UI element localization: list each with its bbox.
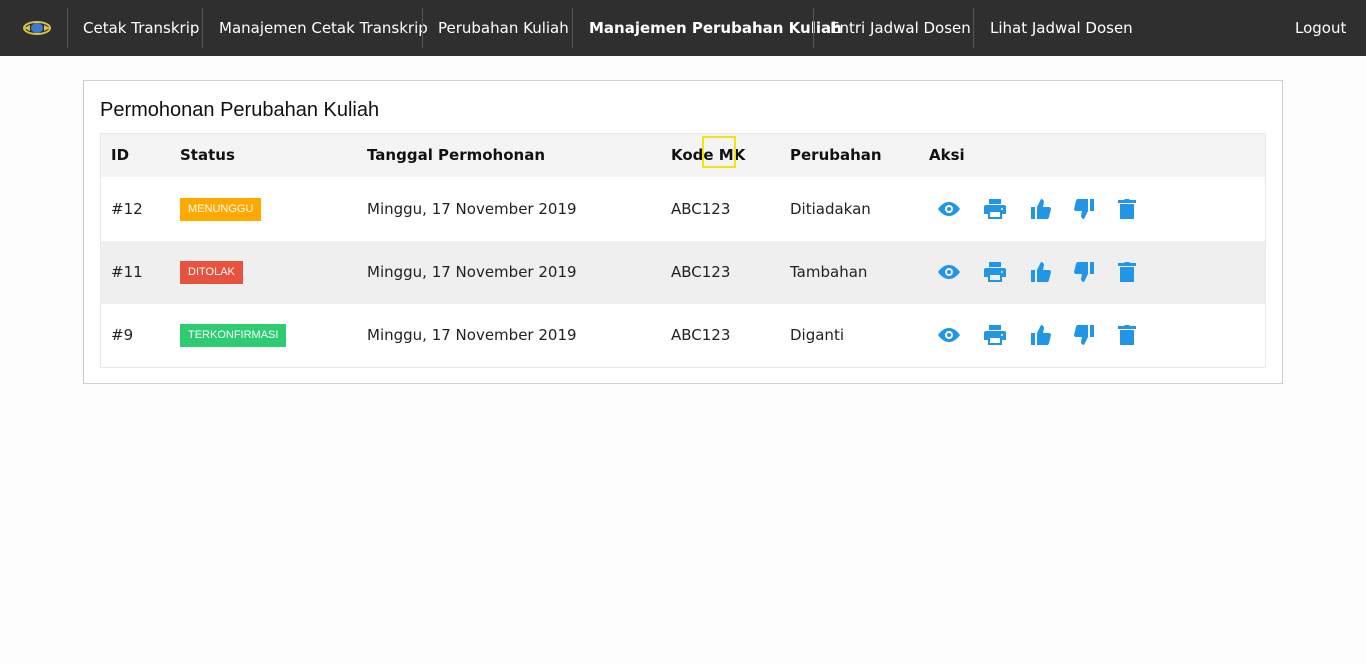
nav-lihat-jadwal-dosen[interactable]: Lihat Jadwal Dosen	[990, 0, 1133, 56]
nav-divider	[813, 8, 814, 48]
status-badge: TERKONFIRMASI	[180, 324, 287, 347]
logout-link[interactable]: Logout	[1295, 0, 1346, 56]
trash-icon[interactable]	[1114, 259, 1140, 285]
trash-icon[interactable]	[1114, 196, 1140, 222]
thumbs-down-icon[interactable]	[1071, 196, 1097, 222]
print-icon[interactable]	[982, 322, 1008, 348]
header-status: Status	[180, 146, 235, 164]
nav-manajemen-cetak-transkrip[interactable]: Manajemen Cetak Transkrip	[219, 0, 428, 56]
header-change: Perubahan	[790, 146, 882, 164]
row-change: Ditiadakan	[790, 200, 871, 218]
status-badge: DITOLAK	[180, 261, 243, 284]
top-navbar: Cetak Transkrip Manajemen Cetak Transkri…	[0, 0, 1366, 56]
thumbs-up-icon[interactable]	[1028, 196, 1054, 222]
row-date: Minggu, 17 November 2019	[367, 263, 577, 281]
table-header: ID Status Tanggal Permohonan Kode MK Per…	[101, 134, 1265, 177]
table-row: #12 MENUNGGU Minggu, 17 November 2019 AB…	[101, 178, 1265, 241]
row-id: #9	[111, 326, 134, 344]
nav-manajemen-perubahan-kuliah[interactable]: Manajemen Perubahan Kuliah	[589, 0, 842, 56]
nav-divider	[572, 8, 573, 48]
requests-table: ID Status Tanggal Permohonan Kode MK Per…	[100, 133, 1266, 368]
nav-divider	[67, 8, 68, 48]
eye-icon[interactable]	[936, 259, 962, 285]
logo-icon[interactable]	[22, 16, 52, 40]
row-id: #11	[111, 263, 143, 281]
row-date: Minggu, 17 November 2019	[367, 200, 577, 218]
nav-entri-jadwal-dosen[interactable]: Entri Jadwal Dosen	[830, 0, 971, 56]
row-change: Tambahan	[790, 263, 868, 281]
print-icon[interactable]	[982, 196, 1008, 222]
thumbs-up-icon[interactable]	[1028, 322, 1054, 348]
nav-divider	[973, 8, 974, 48]
thumbs-up-icon[interactable]	[1028, 259, 1054, 285]
header-date: Tanggal Permohonan	[367, 146, 546, 164]
nav-divider	[422, 8, 423, 48]
row-id: #12	[111, 200, 143, 218]
nav-divider	[202, 8, 203, 48]
page-title: Permohonan Perubahan Kuliah	[100, 99, 380, 121]
request-panel: Permohonan Perubahan Kuliah ID Status Ta…	[83, 80, 1283, 384]
header-actions: Aksi	[929, 146, 965, 164]
row-date: Minggu, 17 November 2019	[367, 326, 577, 344]
print-icon[interactable]	[982, 259, 1008, 285]
row-course-code: ABC123	[671, 326, 731, 344]
nav-perubahan-kuliah[interactable]: Perubahan Kuliah	[438, 0, 569, 56]
row-course-code: ABC123	[671, 200, 731, 218]
table-row: #11 DITOLAK Minggu, 17 November 2019 ABC…	[101, 241, 1265, 304]
eye-icon[interactable]	[936, 322, 962, 348]
trash-icon[interactable]	[1114, 322, 1140, 348]
row-course-code: ABC123	[671, 263, 731, 281]
header-course-code: Kode MK	[671, 146, 746, 164]
nav-cetak-transkrip[interactable]: Cetak Transkrip	[83, 0, 199, 56]
row-change: Diganti	[790, 326, 844, 344]
header-id: ID	[111, 146, 130, 164]
status-badge: MENUNGGU	[180, 198, 262, 221]
eye-icon[interactable]	[936, 196, 962, 222]
table-row: #9 TERKONFIRMASI Minggu, 17 November 201…	[101, 304, 1265, 367]
thumbs-down-icon[interactable]	[1071, 259, 1097, 285]
thumbs-down-icon[interactable]	[1071, 322, 1097, 348]
